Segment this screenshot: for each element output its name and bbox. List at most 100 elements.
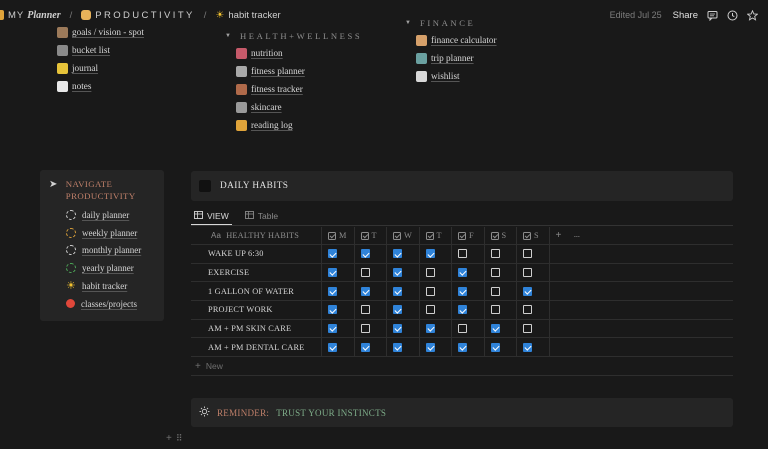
checkbox-unchecked[interactable] bbox=[523, 324, 532, 334]
checkbox-checked[interactable] bbox=[393, 324, 402, 334]
checkbox-checked[interactable] bbox=[425, 324, 435, 334]
table-header-actions: + ··· bbox=[550, 227, 581, 244]
checkbox-checked[interactable] bbox=[458, 342, 467, 352]
link-goals[interactable]: goals / vision - spot bbox=[57, 23, 144, 41]
link-bucket-list[interactable]: bucket list bbox=[57, 41, 144, 59]
link-nutrition[interactable]: nutrition bbox=[236, 44, 362, 62]
sun-icon: ☀ bbox=[66, 280, 76, 293]
nav-daily-planner[interactable]: daily planner bbox=[66, 206, 155, 224]
column-header-day[interactable]: T bbox=[420, 227, 452, 244]
comment-icon[interactable] bbox=[707, 10, 718, 21]
day-cell bbox=[322, 301, 355, 319]
checkbox-unchecked[interactable] bbox=[523, 249, 532, 259]
add-column-button[interactable]: + bbox=[556, 230, 562, 241]
checkbox-checked[interactable] bbox=[458, 286, 467, 296]
checkbox-checked[interactable] bbox=[523, 286, 532, 296]
checkbox-checked[interactable] bbox=[393, 305, 402, 315]
checkbox-checked[interactable] bbox=[328, 305, 337, 315]
column-header-day[interactable]: M bbox=[322, 227, 355, 244]
drag-handle-icon[interactable]: ⠿ bbox=[176, 433, 183, 444]
link-finance-calculator[interactable]: finance calculator bbox=[416, 31, 497, 49]
checkbox-checked[interactable] bbox=[360, 249, 370, 259]
link-trip-planner[interactable]: trip planner bbox=[416, 49, 497, 67]
habit-name[interactable]: AM + PM DENTAL CARE bbox=[191, 338, 322, 357]
block-handles: + ⠿ bbox=[166, 433, 182, 444]
link-fitness-planner[interactable]: fitness planner bbox=[236, 62, 362, 80]
column-header-day[interactable]: T bbox=[355, 227, 387, 244]
column-header-day[interactable]: F bbox=[452, 227, 485, 244]
column-header-habits[interactable]: Aa HEALTHY HABITS bbox=[191, 227, 322, 244]
checkbox-checked[interactable] bbox=[393, 342, 402, 352]
link-skincare[interactable]: skincare bbox=[236, 98, 362, 116]
checkbox-checked[interactable] bbox=[360, 286, 370, 296]
reminder-callout: REMINDER: TRUST YOUR INSTINCTS bbox=[191, 398, 733, 427]
checkbox-unchecked[interactable] bbox=[360, 305, 370, 315]
share-button[interactable]: Share bbox=[673, 10, 698, 21]
checkbox-unchecked[interactable] bbox=[523, 305, 532, 315]
habit-name[interactable]: WAKE UP 6:30 bbox=[191, 245, 322, 263]
checkbox-unchecked[interactable] bbox=[360, 268, 370, 278]
new-row-button[interactable]: + New bbox=[191, 357, 733, 377]
link-journal[interactable]: journal bbox=[57, 59, 144, 77]
habit-name[interactable]: PROJECT WORK bbox=[191, 301, 322, 319]
checkbox-checked[interactable] bbox=[490, 324, 500, 334]
breadcrumb: MY Planner / PRODUCTIVITY / ☀ habit trac… bbox=[0, 10, 281, 21]
habit-name[interactable]: EXERCISE bbox=[191, 263, 322, 282]
checkbox-checked[interactable] bbox=[425, 342, 435, 352]
checkbox-checked[interactable] bbox=[393, 268, 402, 278]
checkbox-checked[interactable] bbox=[523, 342, 532, 352]
checkbox-checked[interactable] bbox=[328, 324, 337, 334]
breadcrumb-item-productivity[interactable]: PRODUCTIVITY bbox=[95, 10, 195, 21]
checkbox-checked[interactable] bbox=[490, 342, 500, 352]
checkbox-unchecked[interactable] bbox=[360, 324, 370, 334]
checkbox-unchecked[interactable] bbox=[490, 249, 500, 259]
checkbox-unchecked[interactable] bbox=[425, 305, 435, 315]
nav-yearly-planner[interactable]: yearly planner bbox=[66, 259, 155, 277]
day-cell bbox=[452, 338, 485, 357]
checkbox-unchecked[interactable] bbox=[490, 305, 500, 315]
more-options-icon[interactable]: ··· bbox=[573, 231, 580, 241]
habit-name[interactable]: AM + PM SKIN CARE bbox=[191, 319, 322, 338]
nav-habit-tracker[interactable]: ☀ habit tracker bbox=[66, 277, 155, 295]
link-wishlist[interactable]: wishlist bbox=[416, 67, 497, 85]
habit-name[interactable]: 1 GALLON OF WATER bbox=[191, 282, 322, 301]
tab-view[interactable]: VIEW bbox=[191, 207, 232, 225]
checkbox-checked[interactable] bbox=[328, 249, 337, 259]
checkbox-unchecked[interactable] bbox=[425, 268, 435, 278]
star-icon[interactable] bbox=[746, 9, 759, 21]
day-cell bbox=[452, 319, 485, 338]
checkbox-checked[interactable] bbox=[458, 268, 467, 278]
checkbox-unchecked[interactable] bbox=[458, 324, 467, 334]
tab-table[interactable]: Table bbox=[242, 207, 281, 225]
clock-icon[interactable] bbox=[727, 10, 738, 21]
link-fitness-tracker[interactable]: fitness tracker bbox=[236, 80, 362, 98]
breadcrumb-item-habit-tracker[interactable]: habit tracker bbox=[228, 10, 280, 21]
checkbox-checked[interactable] bbox=[328, 286, 337, 296]
toggle-triangle-icon[interactable]: ▼ bbox=[405, 20, 411, 26]
column-header-day[interactable]: S bbox=[485, 227, 517, 244]
checkbox-unchecked[interactable] bbox=[490, 268, 500, 278]
column-header-day[interactable]: W bbox=[387, 227, 420, 244]
checkbox-unchecked[interactable] bbox=[523, 268, 532, 278]
checkbox-checked[interactable] bbox=[425, 249, 435, 259]
checkbox-unchecked[interactable] bbox=[490, 286, 500, 296]
link-notes[interactable]: notes bbox=[57, 77, 144, 95]
nav-monthly-planner[interactable]: monthly planner bbox=[66, 242, 155, 260]
checkbox-checked[interactable] bbox=[360, 342, 370, 352]
column-header-day[interactable]: S bbox=[517, 227, 550, 244]
nav-weekly-planner[interactable]: weekly planner bbox=[66, 224, 155, 242]
checkbox-unchecked[interactable] bbox=[458, 249, 467, 259]
toggle-triangle-icon[interactable]: ▼ bbox=[225, 33, 231, 39]
checkbox-checked[interactable] bbox=[393, 249, 402, 259]
checkbox-checked[interactable] bbox=[458, 305, 467, 315]
add-block-icon[interactable]: + bbox=[166, 433, 172, 444]
checkbox-unchecked[interactable] bbox=[425, 286, 435, 296]
day-cell bbox=[517, 319, 550, 338]
checkbox-checked[interactable] bbox=[328, 342, 337, 352]
nav-classes-projects[interactable]: classes/projects bbox=[66, 295, 155, 313]
checkbox-checked[interactable] bbox=[328, 268, 337, 278]
day-cell bbox=[387, 245, 420, 263]
breadcrumb-item-planner[interactable]: MY Planner bbox=[8, 10, 61, 21]
checkbox-checked[interactable] bbox=[393, 286, 402, 296]
link-reading-log[interactable]: reading log bbox=[236, 116, 362, 134]
